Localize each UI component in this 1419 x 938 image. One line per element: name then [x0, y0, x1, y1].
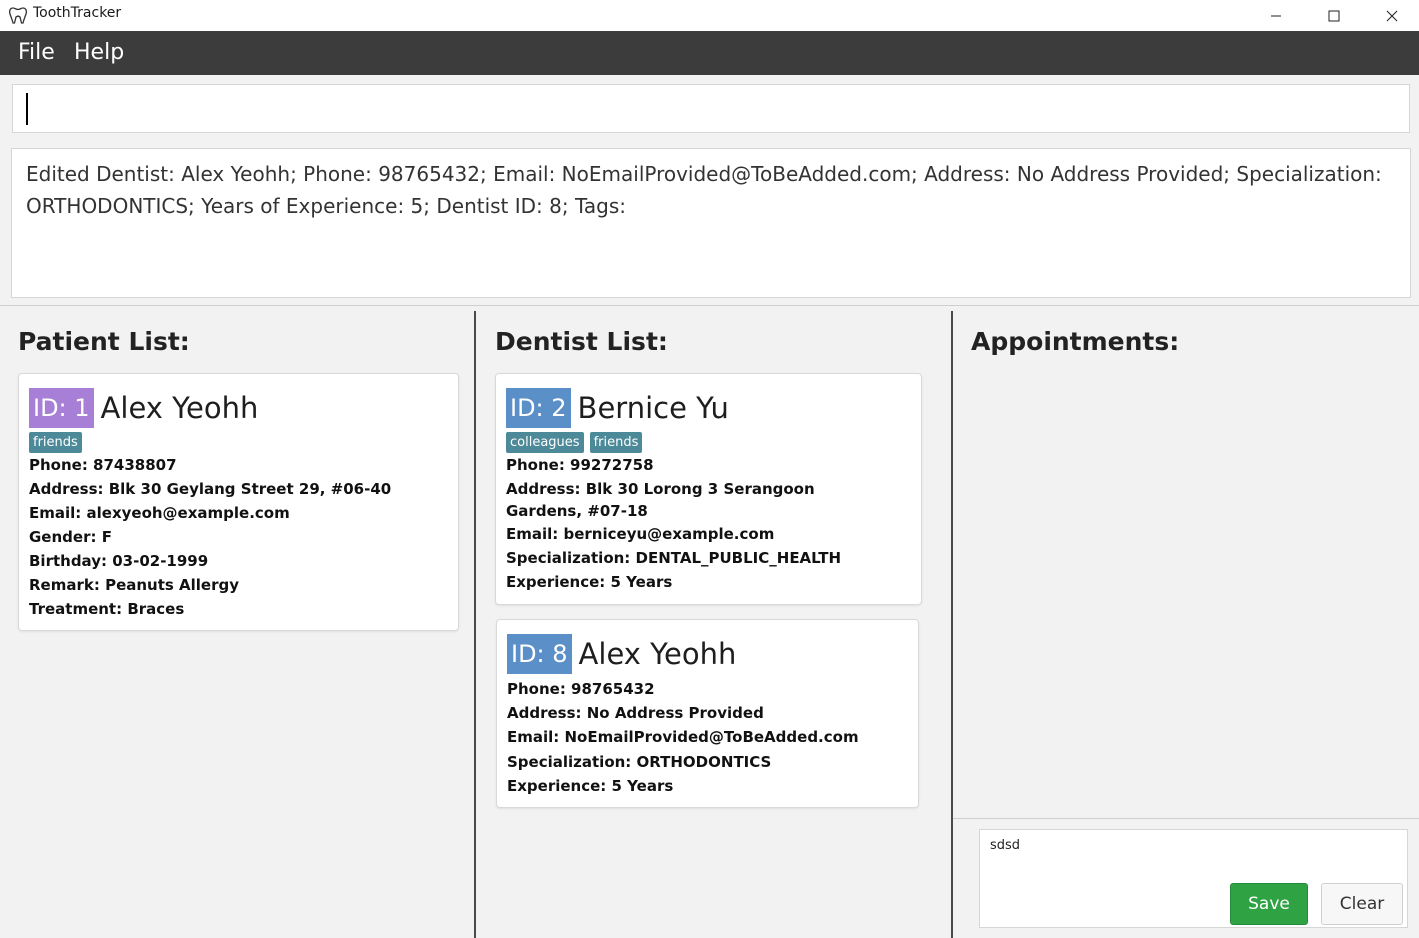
- column-divider[interactable]: [474, 311, 476, 938]
- dentist-address: Address: Blk 30 Lorong 3 Serangoon Garde…: [506, 480, 815, 520]
- dentist-list-title: Dentist List:: [495, 327, 668, 356]
- command-input[interactable]: [12, 84, 1410, 133]
- patient-id-badge: ID: 1: [29, 388, 94, 428]
- patient-phone: Phone: 87438807: [29, 456, 177, 474]
- text-caret: [26, 93, 28, 125]
- patient-address: Address: Blk 30 Geylang Street 29, #06-4…: [29, 480, 392, 498]
- patient-birthday: Birthday: 03-02-1999: [29, 552, 209, 570]
- window-title: ToothTracker: [33, 5, 122, 21]
- appointments-title: Appointments:: [971, 327, 1180, 356]
- tag-badge: friends: [589, 432, 643, 453]
- dentist-email: Email: berniceyu@example.com: [506, 525, 775, 543]
- dentist-card[interactable]: ID: 8 Alex Yeohh Phone: 98765432 Address…: [496, 619, 919, 808]
- divider: [0, 305, 1419, 306]
- dentist-specialization: Specialization: ORTHODONTICS: [507, 753, 772, 771]
- clear-button[interactable]: Clear: [1321, 883, 1403, 925]
- menu-help[interactable]: Help: [74, 40, 124, 65]
- patient-email: Email: alexyeoh@example.com: [29, 504, 290, 522]
- menu-file[interactable]: File: [18, 40, 55, 65]
- dentist-name: Alex Yeohh: [578, 637, 737, 671]
- patient-card[interactable]: ID: 1 Alex Yeohh friends Phone: 87438807…: [18, 373, 459, 631]
- patient-list-title: Patient List:: [18, 327, 190, 356]
- dentist-address: Address: No Address Provided: [507, 704, 764, 722]
- dentist-card[interactable]: ID: 2 Bernice Yu colleagues friends Phon…: [495, 373, 922, 605]
- minimize-icon[interactable]: [1247, 0, 1305, 31]
- column-divider[interactable]: [951, 311, 953, 938]
- divider: [953, 818, 1419, 819]
- patient-remark: Remark: Peanuts Allergy: [29, 576, 240, 594]
- patient-name: Alex Yeohh: [100, 391, 259, 425]
- tooth-icon: [8, 5, 28, 25]
- title-bar: ToothTracker: [0, 0, 1419, 31]
- close-icon[interactable]: [1363, 0, 1419, 31]
- dentist-id-badge: ID: 8: [507, 634, 572, 674]
- dentist-experience: Experience: 5 Years: [506, 573, 673, 591]
- patient-gender: Gender: F: [29, 528, 112, 546]
- result-display: Edited Dentist: Alex Yeohh; Phone: 98765…: [11, 148, 1411, 298]
- dentist-name: Bernice Yu: [577, 391, 729, 425]
- tag-badge: colleagues: [506, 432, 584, 453]
- dentist-id-badge: ID: 2: [506, 388, 571, 428]
- tag-badge: friends: [29, 432, 82, 453]
- menu-bar: File Help: [0, 31, 1419, 75]
- dentist-phone: Phone: 98765432: [507, 680, 655, 698]
- save-button[interactable]: Save: [1230, 883, 1308, 925]
- dentist-phone: Phone: 99272758: [506, 456, 654, 474]
- patient-treatment: Treatment: Braces: [29, 600, 185, 618]
- maximize-icon[interactable]: [1305, 0, 1363, 31]
- result-text: Edited Dentist: Alex Yeohh; Phone: 98765…: [26, 162, 1382, 218]
- dentist-experience: Experience: 5 Years: [507, 777, 674, 795]
- dentist-specialization: Specialization: DENTAL_PUBLIC_HEALTH: [506, 549, 842, 567]
- appointment-input-value: sdsd: [990, 838, 1021, 853]
- dentist-email: Email: NoEmailProvided@ToBeAdded.com: [507, 728, 859, 746]
